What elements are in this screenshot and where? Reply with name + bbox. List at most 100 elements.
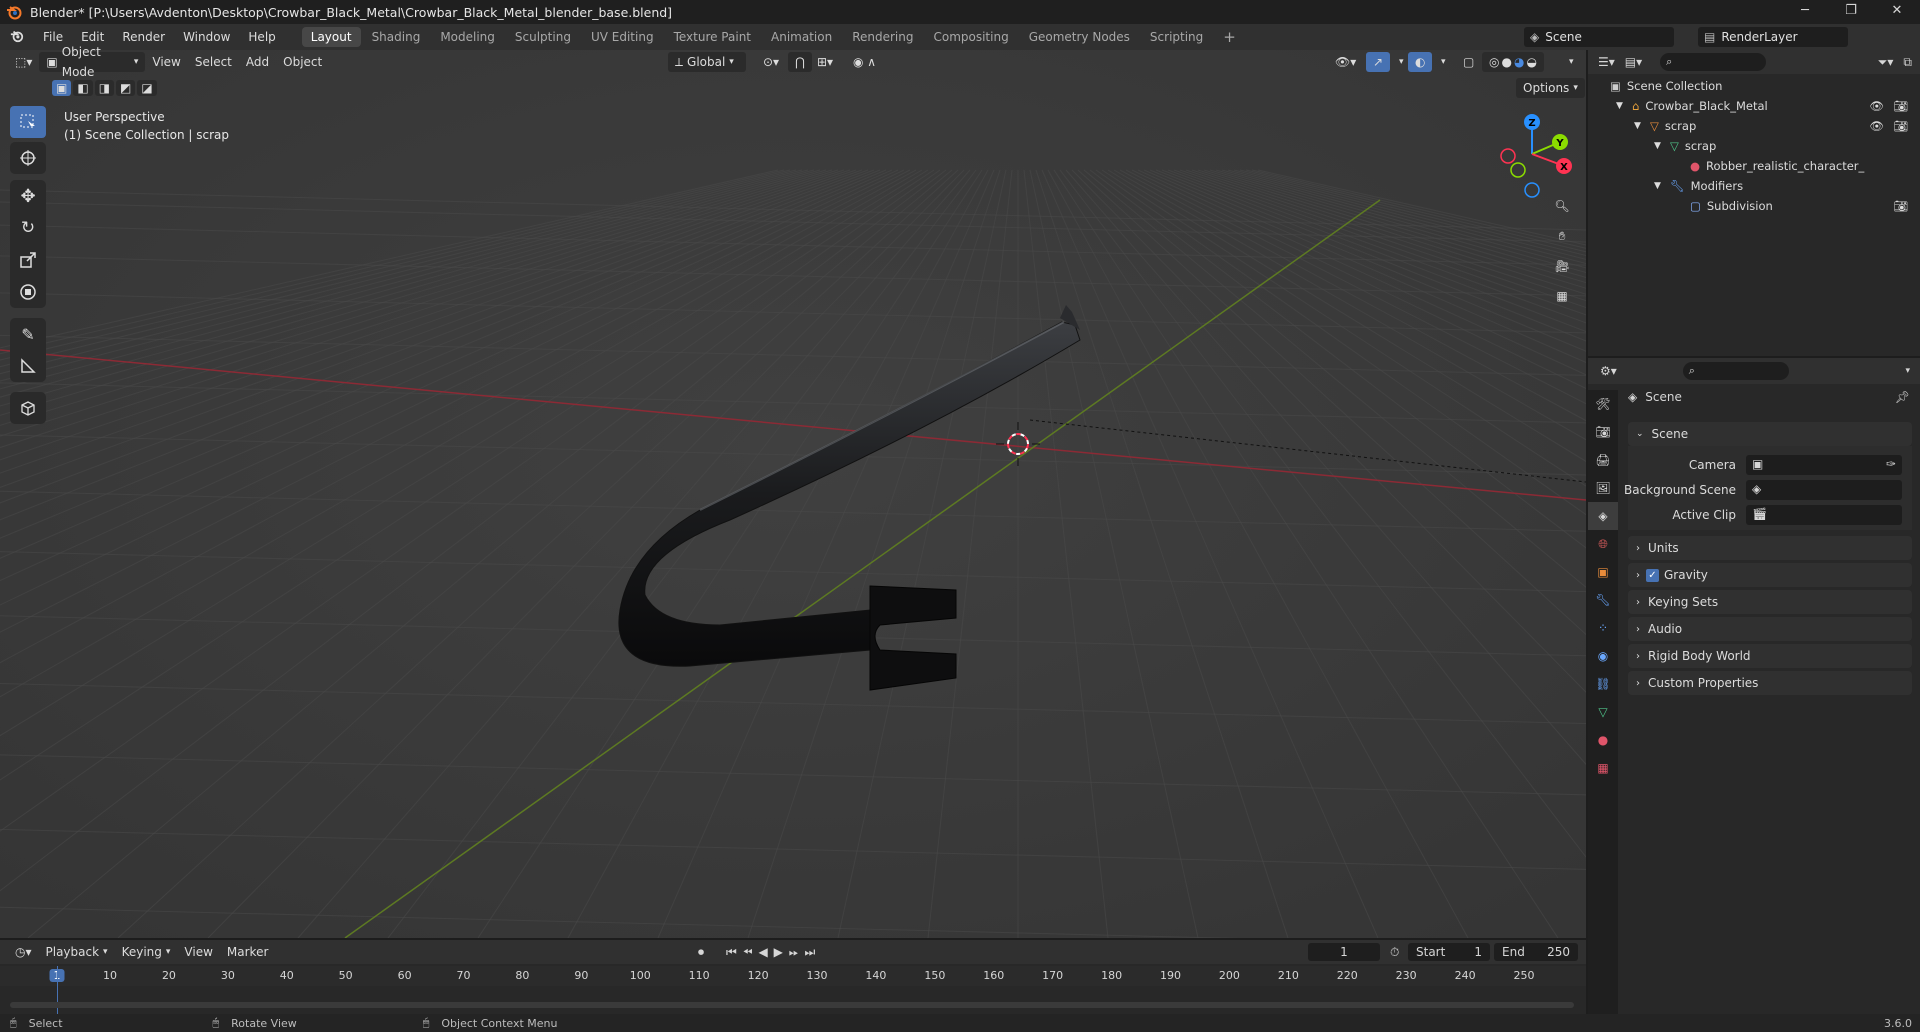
close-button[interactable]: ✕ bbox=[1874, 0, 1920, 24]
audio-panel[interactable]: › Audio bbox=[1628, 617, 1912, 641]
particles-tab-icon[interactable]: ⁘ bbox=[1588, 614, 1618, 642]
rigid-body-world-panel[interactable]: › Rigid Body World bbox=[1628, 644, 1912, 668]
orientation-dropdown[interactable]: ⟂ Global ▾ bbox=[668, 52, 746, 72]
object-tab-icon[interactable]: ▣ bbox=[1588, 558, 1618, 586]
active-clip-field[interactable]: 🎬︎ bbox=[1746, 505, 1902, 525]
maximize-button[interactable]: ❐ bbox=[1828, 0, 1874, 24]
solid-shading-icon[interactable]: ● bbox=[1501, 52, 1511, 72]
gravity-panel[interactable]: › ✓ Gravity bbox=[1628, 563, 1912, 587]
add-cube-tool[interactable] bbox=[10, 392, 46, 424]
background-scene-field[interactable]: ◈ bbox=[1746, 480, 1902, 500]
menu-add[interactable]: Add bbox=[239, 52, 276, 72]
material-tab-icon[interactable]: ● bbox=[1588, 726, 1618, 754]
eyedropper-icon[interactable]: ✑ bbox=[1886, 457, 1896, 471]
custom-properties-panel[interactable]: › Custom Properties bbox=[1628, 671, 1912, 695]
snap-toggle[interactable]: ⋂ bbox=[788, 52, 812, 72]
menu-marker[interactable]: Marker bbox=[220, 942, 275, 962]
pan-hand-icon[interactable]: ✋︎ bbox=[1548, 222, 1576, 250]
menu-view[interactable]: View bbox=[145, 52, 187, 72]
properties-editor-icon[interactable]: ⚙▾ bbox=[1600, 364, 1617, 378]
timeline-editor-icon[interactable]: ◷▾ bbox=[8, 942, 39, 962]
keying-sets-panel[interactable]: › Keying Sets bbox=[1628, 590, 1912, 614]
units-panel[interactable]: › Units bbox=[1628, 536, 1912, 560]
properties-search-input[interactable]: ⌕ bbox=[1682, 362, 1789, 380]
jump-start-icon[interactable]: ⏮ bbox=[726, 945, 737, 960]
outliner-item-modifiers[interactable]: ▼ 🔧︎ Modifiers bbox=[1588, 176, 1920, 196]
menu-keying[interactable]: Keying ▾ bbox=[115, 942, 178, 962]
expand-chevron-icon[interactable]: ▼ bbox=[1654, 141, 1670, 151]
overlays-dropdown[interactable]: ▾ bbox=[1434, 52, 1453, 72]
outliner-root[interactable]: ▣ Scene Collection bbox=[1588, 76, 1920, 96]
tool-tab-icon[interactable]: 🛠︎ bbox=[1588, 390, 1618, 418]
tab-compositing[interactable]: Compositing bbox=[924, 27, 1017, 47]
physics-tab-icon[interactable]: ◉ bbox=[1588, 642, 1618, 670]
annotate-tool[interactable]: ✎ bbox=[10, 318, 46, 350]
select-box-tool[interactable] bbox=[10, 106, 46, 138]
frame-ruler[interactable]: 1102030405060708090100110120130140150160… bbox=[0, 966, 1586, 986]
zoom-icon[interactable]: 🔍︎ bbox=[1548, 192, 1576, 220]
outliner-item-scrap-mesh[interactable]: ▼ ▽ scrap bbox=[1588, 136, 1920, 156]
texture-tab-icon[interactable]: ▦ bbox=[1588, 754, 1618, 782]
chevron-down-icon[interactable]: ▾ bbox=[1905, 366, 1910, 376]
overlays-toggle[interactable]: ◐ bbox=[1408, 52, 1433, 72]
menu-window[interactable]: Window bbox=[174, 24, 239, 50]
proportional-edit-toggle[interactable]: ◉ ∧ bbox=[846, 52, 883, 72]
scene-panel-header[interactable]: ⌄ Scene bbox=[1628, 422, 1912, 446]
measure-tool[interactable] bbox=[10, 350, 46, 382]
3d-viewport[interactable]: User Perspective (1) Scene Collection | … bbox=[0, 50, 1586, 938]
current-frame-field[interactable]: 1 bbox=[1308, 943, 1380, 961]
rendered-shading-icon[interactable]: ◒ bbox=[1526, 52, 1536, 72]
stopwatch-icon[interactable]: ⏱︎ bbox=[1390, 945, 1399, 960]
tab-modeling[interactable]: Modeling bbox=[431, 27, 504, 47]
xray-toggle[interactable]: ▢ bbox=[1456, 52, 1481, 72]
world-tab-icon[interactable]: 🌐︎ bbox=[1588, 530, 1618, 558]
invert-selection-icon[interactable]: ◩ bbox=[116, 80, 136, 96]
material-shading-icon[interactable]: ◕ bbox=[1514, 52, 1524, 72]
jump-end-icon[interactable]: ⏭ bbox=[805, 945, 816, 960]
display-mode-icon[interactable]: ▤▾ bbox=[1625, 55, 1642, 69]
pivot-dropdown[interactable]: ⊙▾ bbox=[756, 52, 786, 72]
options-dropdown[interactable]: Options ▾ bbox=[1516, 78, 1585, 98]
shading-dropdown[interactable]: ▾ bbox=[1562, 52, 1581, 72]
next-keyframe-icon[interactable]: ⏩︎ bbox=[789, 945, 799, 960]
visibility-dropdown[interactable]: 👁︎▾ bbox=[1328, 52, 1363, 72]
eye-icon[interactable]: 👁︎ bbox=[1869, 119, 1884, 133]
constraints-tab-icon[interactable]: ⛓︎ bbox=[1588, 670, 1618, 698]
gizmo-toggle[interactable]: ↗ bbox=[1366, 52, 1391, 72]
scene-selector[interactable]: ◈ Scene bbox=[1524, 27, 1674, 47]
camera-icon[interactable]: 📷︎ bbox=[1893, 99, 1908, 113]
end-frame-field[interactable]: End 250 bbox=[1494, 943, 1578, 961]
tab-texture-paint[interactable]: Texture Paint bbox=[665, 27, 760, 47]
modifier-tab-icon[interactable]: 🔧︎ bbox=[1588, 586, 1618, 614]
cursor-tool[interactable] bbox=[10, 142, 46, 174]
prev-keyframe-icon[interactable]: ⏪︎ bbox=[743, 945, 753, 960]
set-selection-icon[interactable]: ▣ bbox=[52, 80, 72, 96]
filter-icon[interactable]: ⏷▾ bbox=[1878, 55, 1894, 70]
subtract-selection-icon[interactable]: ◨ bbox=[94, 80, 115, 96]
play-reverse-icon[interactable]: ◀ bbox=[758, 945, 767, 960]
blender-menu-icon[interactable] bbox=[0, 29, 34, 46]
menu-help[interactable]: Help bbox=[239, 24, 284, 50]
outliner-editor-icon[interactable]: ☰▾ bbox=[1598, 55, 1615, 69]
outliner-item-subdivision[interactable]: ▢ Subdivision 📷︎ bbox=[1588, 196, 1920, 216]
minimize-button[interactable]: ─ bbox=[1782, 0, 1828, 24]
tab-uv-editing[interactable]: UV Editing bbox=[582, 27, 663, 47]
tab-shading[interactable]: Shading bbox=[363, 27, 430, 47]
outliner-search-input[interactable]: ⌕ bbox=[1660, 53, 1767, 71]
tab-rendering[interactable]: Rendering bbox=[843, 27, 922, 47]
camera-view-icon[interactable]: 🎥︎ bbox=[1548, 252, 1576, 280]
tab-geometry-nodes[interactable]: Geometry Nodes bbox=[1020, 27, 1139, 47]
wireframe-shading-icon[interactable]: ◎ bbox=[1489, 52, 1499, 72]
render-tab-icon[interactable]: 📷︎ bbox=[1588, 418, 1618, 446]
navigation-gizmo[interactable]: Z Y X bbox=[1488, 110, 1578, 200]
move-tool[interactable]: ✥ bbox=[10, 180, 46, 212]
view-layer-selector[interactable]: ▤ RenderLayer bbox=[1698, 27, 1848, 47]
mode-dropdown[interactable]: ▣ Object Mode ▾ bbox=[39, 45, 146, 79]
camera-field[interactable]: ▣ ✑ bbox=[1746, 455, 1902, 475]
new-collection-icon[interactable]: ⧉ bbox=[1903, 55, 1912, 70]
play-icon[interactable]: ▶ bbox=[774, 945, 783, 960]
tab-animation[interactable]: Animation bbox=[762, 27, 841, 47]
eye-icon[interactable]: 👁︎ bbox=[1869, 99, 1884, 113]
record-icon[interactable]: ⏺ bbox=[698, 945, 704, 960]
perspective-grid-icon[interactable]: ▦ bbox=[1548, 282, 1576, 310]
